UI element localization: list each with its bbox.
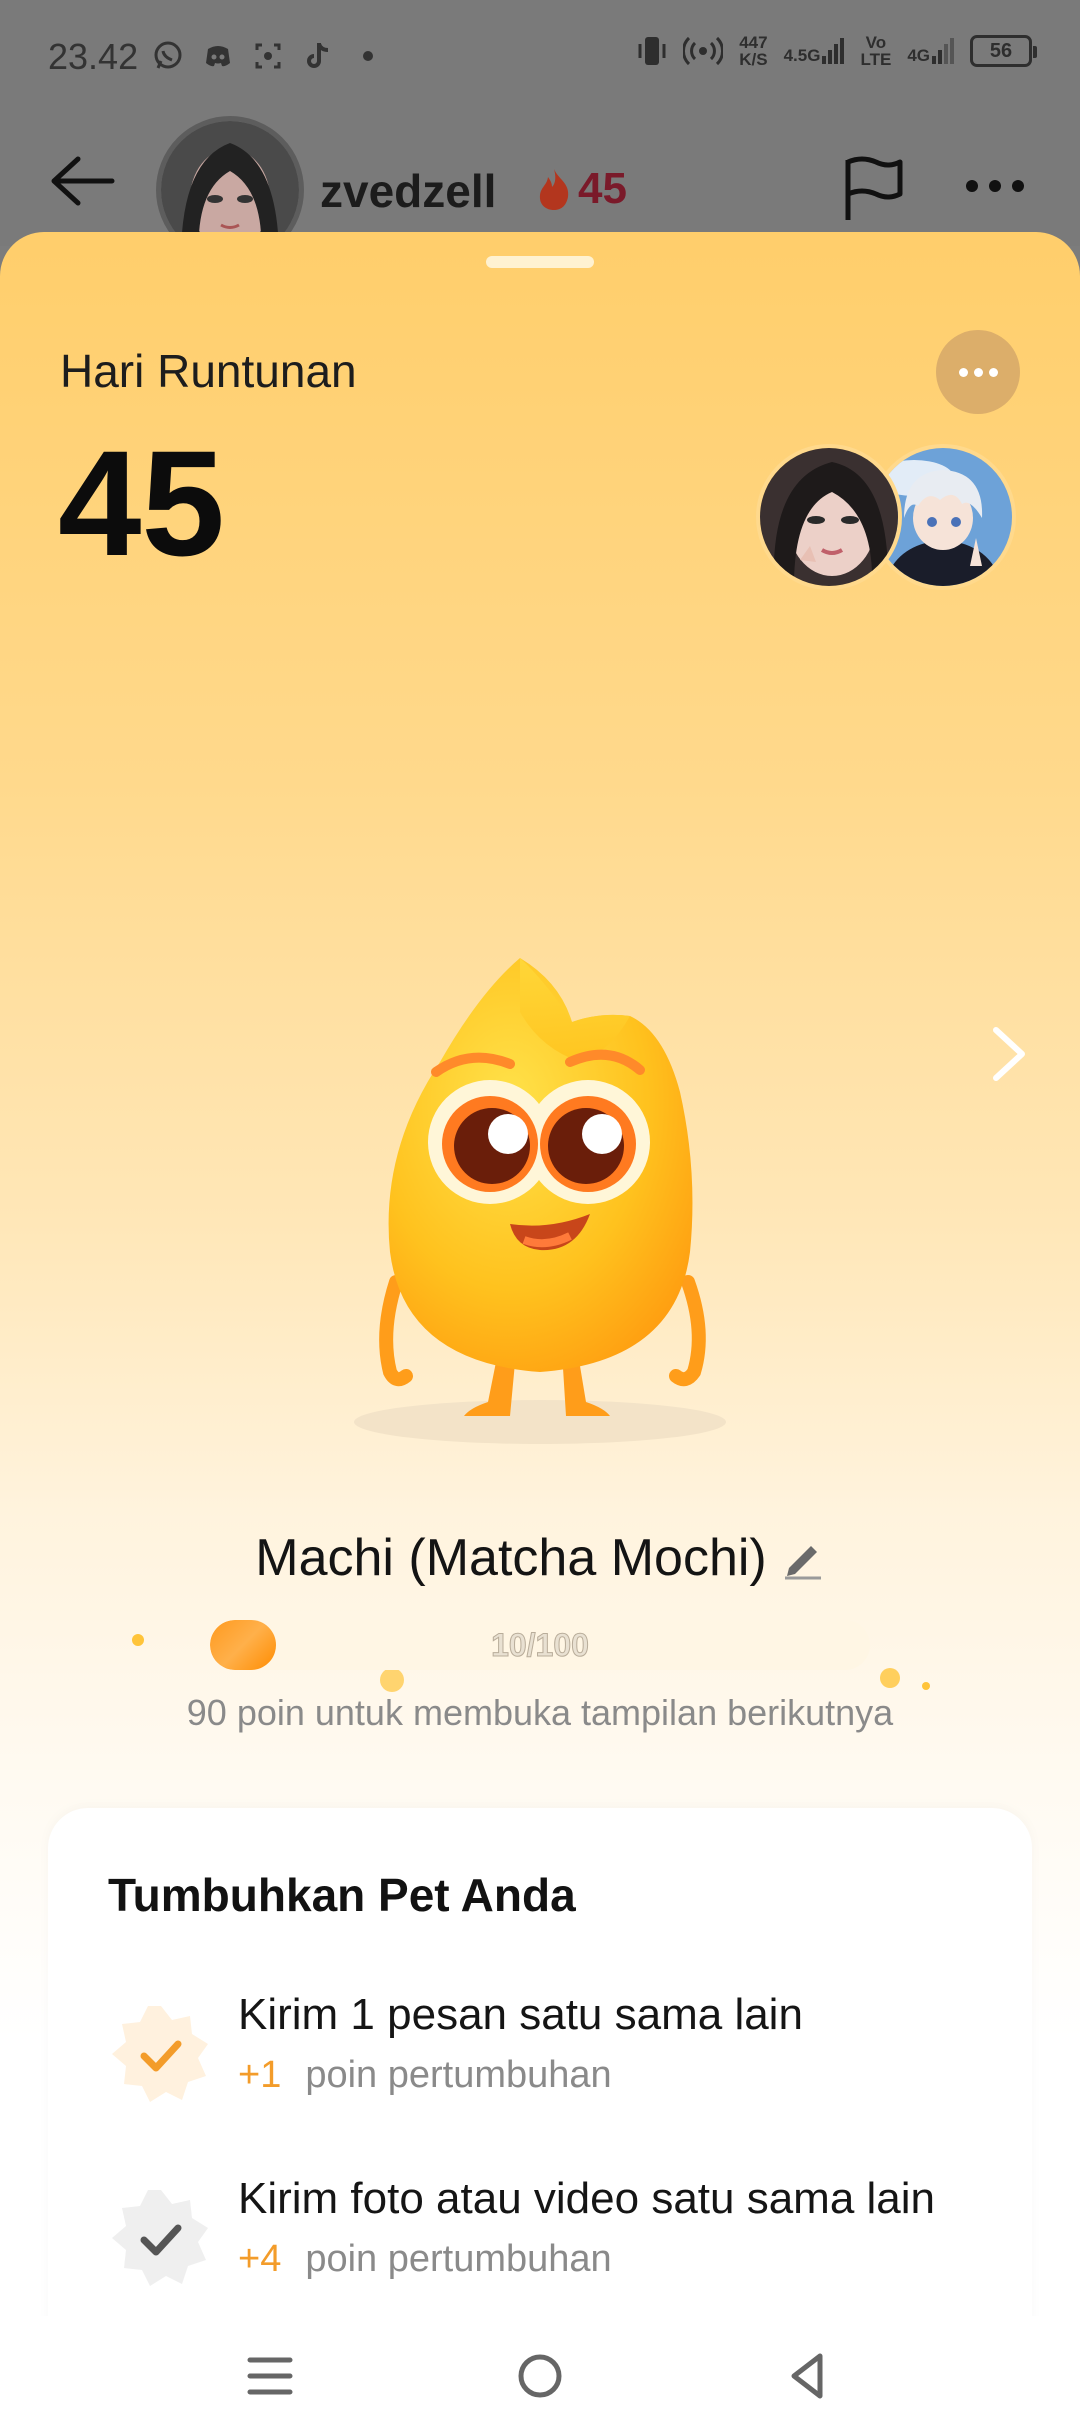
chevron-right-icon[interactable] xyxy=(990,1024,1028,1084)
task-title: Kirim foto atau video satu sama lain xyxy=(238,2174,936,2223)
signal-1: 4.5G xyxy=(784,38,845,64)
streak-sheet: Hari Runtunan 45 Machi (Matcha Mochi) 10… xyxy=(0,232,1080,2436)
net-speed: 447 K/S xyxy=(739,33,768,69)
notification-icons xyxy=(152,40,384,72)
growth-progress-bar: 10/100 xyxy=(210,1620,870,1670)
chat-streak: 45 xyxy=(536,164,627,214)
system-nav-bar xyxy=(0,2316,1080,2436)
flame-icon xyxy=(539,169,569,210)
check-icon xyxy=(112,2190,208,2286)
chat-header: zvedzell 45 xyxy=(0,116,1080,264)
signal-2: 4G xyxy=(907,38,954,64)
tiktok-icon xyxy=(307,43,329,68)
dot-icon xyxy=(363,51,373,61)
pet-name-row: Machi (Matcha Mochi) xyxy=(0,1528,1080,1588)
avatar-user-1[interactable] xyxy=(756,444,902,590)
battery-indicator: 56 xyxy=(970,35,1037,67)
card-title: Tumbuhkan Pet Anda xyxy=(108,1869,576,1921)
streak-title: Hari Runtunan xyxy=(60,345,357,397)
task-title: Kirim 1 pesan satu sama lain xyxy=(238,1990,803,2039)
chat-username: zvedzell xyxy=(320,165,497,217)
task-points: +1 poin pertumbuhan xyxy=(238,2054,612,2096)
task-item: Kirim 1 pesan satu sama lain +1 poin pert… xyxy=(108,1986,1008,2106)
growth-progress-text: 10/100 xyxy=(491,1627,590,1664)
task-points: +4 poin pertumbuhan xyxy=(238,2238,612,2280)
sheet-grabber[interactable] xyxy=(486,256,594,268)
sheet-more-button[interactable] xyxy=(936,330,1020,414)
status-time: 23.42 xyxy=(48,36,139,77)
check-icon xyxy=(112,2006,208,2102)
growth-progress-hint: 90 poin untuk membuka tampilan berikutny… xyxy=(186,1692,894,1733)
task-item: Kirim foto atau video satu sama lain +4 p… xyxy=(108,2170,1008,2290)
streak-pair-avatars xyxy=(756,444,1016,590)
discord-icon xyxy=(206,46,230,67)
volte: Vo LTE xyxy=(860,33,892,69)
edit-icon[interactable] xyxy=(781,1536,825,1580)
avatar-image xyxy=(760,448,898,586)
status-bar: 23.42 447 K/S 4.5G Vo LTE 4G 56 xyxy=(0,0,1080,116)
pet-mascot[interactable] xyxy=(340,952,740,1452)
flag-icon[interactable] xyxy=(842,156,906,222)
hotspot-icon xyxy=(683,36,724,66)
sparkle xyxy=(380,1668,404,1692)
back-arrow-icon[interactable] xyxy=(50,156,116,206)
signal-bars-icon xyxy=(932,38,954,64)
screenshot-icon xyxy=(255,43,281,69)
sparkle xyxy=(880,1668,900,1688)
sparkle xyxy=(922,1682,930,1690)
home-nav-icon[interactable] xyxy=(510,2346,570,2406)
pet-name: Machi (Matcha Mochi) xyxy=(255,1529,767,1587)
system-status-icons: 447 K/S 4.5G Vo LTE 4G 56 xyxy=(637,33,1037,69)
back-nav-icon[interactable] xyxy=(778,2346,838,2406)
vibrate-icon xyxy=(638,37,666,65)
whatsapp-icon xyxy=(154,41,182,69)
signal-bars-icon xyxy=(822,38,845,64)
menu-nav-icon[interactable] xyxy=(240,2346,300,2406)
streak-days: 45 xyxy=(58,419,225,587)
sparkle xyxy=(132,1634,144,1646)
more-icon[interactable] xyxy=(964,178,1026,194)
